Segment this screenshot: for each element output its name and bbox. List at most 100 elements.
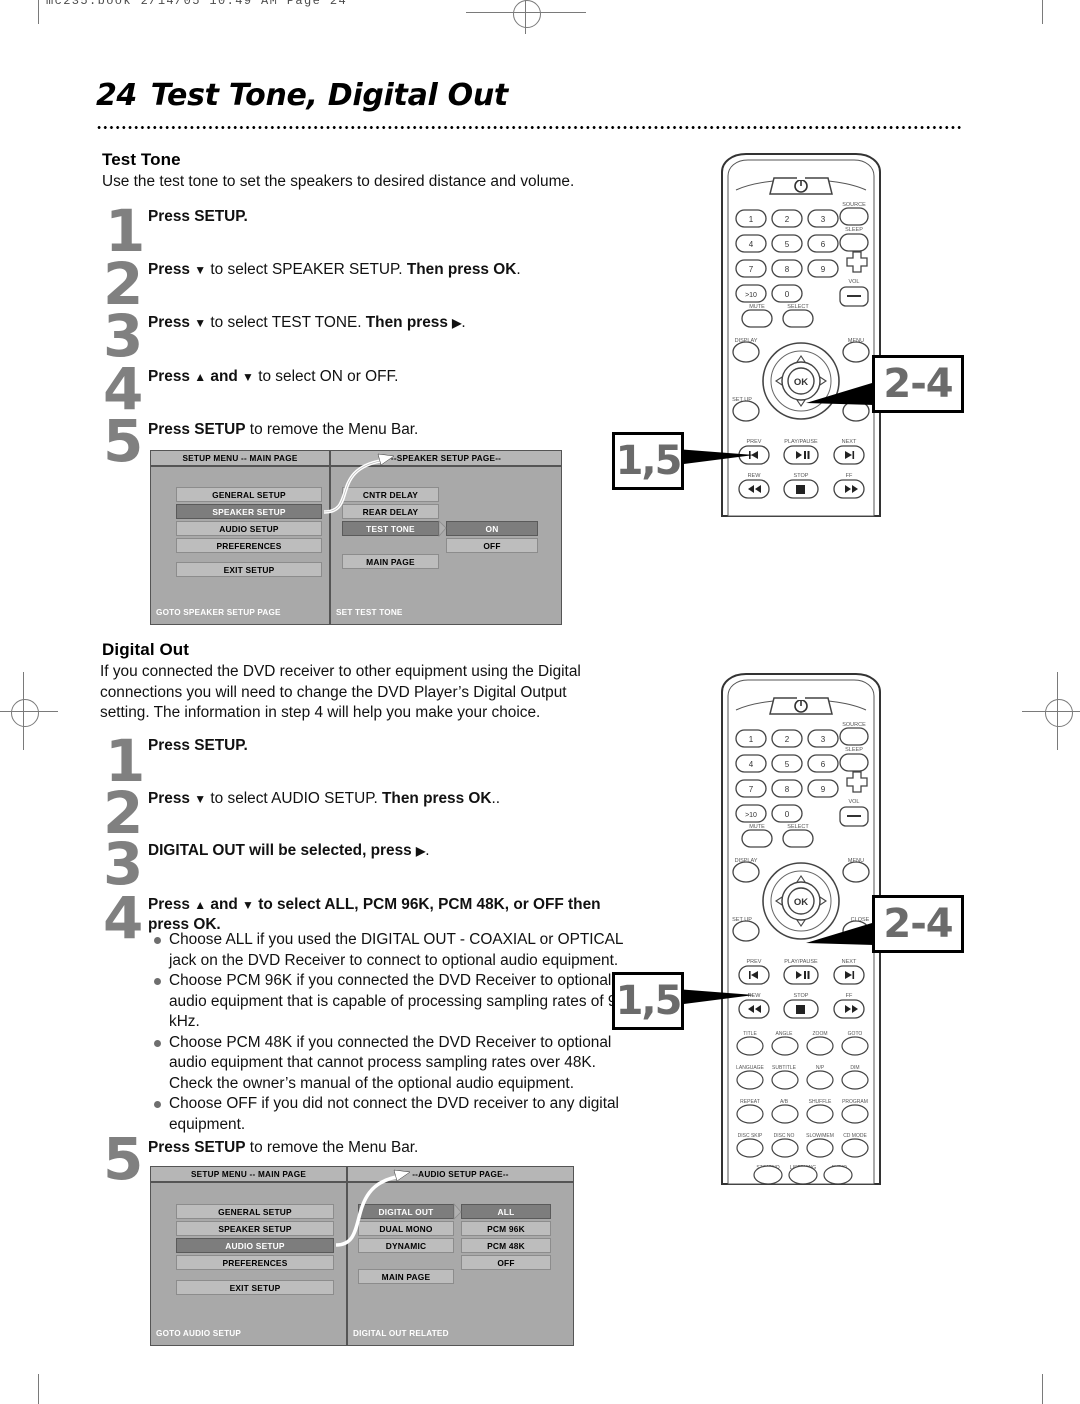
step-text-1: Press SETUP. <box>148 208 248 225</box>
svg-text:SLEEP: SLEEP <box>845 227 863 233</box>
page-title-text: Test Tone, Digital Out <box>150 78 509 113</box>
svg-text:2: 2 <box>785 735 790 744</box>
osd-submenu-chevron <box>438 520 447 538</box>
crop-mark-bl-v <box>38 1374 39 1404</box>
svg-text:OK: OK <box>794 897 808 908</box>
section-intro-digital-out: If you connected the DVD receiver to oth… <box>100 663 581 721</box>
svg-text:A/B: A/B <box>780 1099 789 1105</box>
svg-text:5: 5 <box>785 240 790 249</box>
print-header: mc235.book 2/14/05 10:49 AM Page 24 <box>46 0 348 8</box>
step-text-d1: Press SETUP. <box>148 737 248 754</box>
svg-text:OK: OK <box>794 377 808 388</box>
svg-text:SELECT: SELECT <box>787 304 809 310</box>
svg-text:7: 7 <box>749 265 754 274</box>
svg-text:GOTO: GOTO <box>848 1031 863 1037</box>
svg-text:7: 7 <box>749 785 754 794</box>
svg-text:DISC SKIP: DISC SKIP <box>738 1133 763 1139</box>
svg-text:VOL: VOL <box>848 279 859 285</box>
svg-text:SOURCE: SOURCE <box>842 722 866 728</box>
list-item: Choose ALL if you used the DIGITAL OUT -… <box>152 930 630 971</box>
svg-text:REPEAT: REPEAT <box>740 1099 760 1105</box>
crop-mark-br-v <box>1042 1374 1043 1404</box>
remote-control-top: 1 2 3 4 5 6 7 8 9 >10 0 SOURCE SLEEP VOL M… <box>706 150 896 522</box>
power-icon <box>769 697 833 715</box>
svg-text:VOL: VOL <box>848 799 859 805</box>
nav-ring: OK <box>762 862 840 940</box>
step-number-5: 5 <box>103 407 144 475</box>
svg-text:PROGRAM: PROGRAM <box>842 1099 868 1105</box>
svg-text:NEXT: NEXT <box>842 439 857 445</box>
svg-text:3: 3 <box>821 215 826 224</box>
svg-text:5: 5 <box>785 760 790 769</box>
section-heading-test-tone: Test Tone <box>102 150 181 169</box>
svg-text:0: 0 <box>785 290 790 299</box>
step-text-d4: Press ▲ and ▼ to select ALL, PCM 96K, PC… <box>148 896 601 933</box>
osd-speaker-setup: SETUP MENU -- MAIN PAGE GENERAL SETUP SP… <box>150 450 562 625</box>
svg-text:PREV: PREV <box>747 959 762 965</box>
svg-text:PLAY/PAUSE: PLAY/PAUSE <box>784 959 818 965</box>
svg-text:1: 1 <box>749 215 754 224</box>
step-text-d5: Press SETUP to remove the Menu Bar. <box>148 1139 419 1156</box>
svg-text:1: 1 <box>749 735 754 744</box>
svg-text:REW: REW <box>748 473 762 479</box>
step-text-5: Press SETUP to remove the Menu Bar. <box>148 421 419 438</box>
svg-text:NEXT: NEXT <box>842 959 857 965</box>
svg-text:ZOOM: ZOOM <box>813 1031 828 1037</box>
svg-text:>10: >10 <box>745 812 757 819</box>
svg-text:4: 4 <box>749 240 754 249</box>
step-number-d4: 4 <box>103 884 144 952</box>
svg-text:DIM: DIM <box>850 1065 859 1071</box>
remote-control-bottom: 1 2 3 4 5 6 7 8 9 >10 0 SOURCE SLEEP VOL M… <box>706 670 896 1190</box>
callout-nav-steps-top: 2-4 <box>872 355 964 413</box>
setup-button <box>732 400 760 422</box>
svg-text:PREV: PREV <box>747 439 762 445</box>
svg-text:TITLE: TITLE <box>743 1031 757 1037</box>
digital-out-bullet-list: Choose ALL if you used the DIGITAL OUT -… <box>152 930 630 1135</box>
svg-text:9: 9 <box>821 265 826 274</box>
step-text-d3: DIGITAL OUT will be selected, press ▶. <box>148 842 430 859</box>
svg-text:STOP: STOP <box>794 993 809 999</box>
svg-text:MUTE: MUTE <box>749 824 765 830</box>
list-item: Choose PCM 48K if you connected the DVD … <box>152 1033 630 1095</box>
step-number-d5: 5 <box>103 1125 144 1193</box>
svg-text:MUTE: MUTE <box>749 304 765 310</box>
svg-text:FF: FF <box>846 993 853 999</box>
svg-text:FF: FF <box>846 473 853 479</box>
svg-text:4: 4 <box>749 760 754 769</box>
title-dotted-rule <box>96 125 962 130</box>
svg-text:2: 2 <box>785 215 790 224</box>
svg-text:3: 3 <box>821 735 826 744</box>
section-heading-digital-out: Digital Out <box>102 640 190 659</box>
svg-text:STOP: STOP <box>794 473 809 479</box>
svg-text:8: 8 <box>785 785 790 794</box>
svg-text:REW: REW <box>748 993 762 999</box>
power-icon <box>769 177 833 195</box>
svg-text:SLOW/MEM: SLOW/MEM <box>806 1133 834 1139</box>
svg-text:0: 0 <box>785 810 790 819</box>
step-text-4: Press ▲ and ▼ to select ON or OFF. <box>148 368 399 385</box>
section-intro-test-tone: Use the test tone to set the speakers to… <box>102 173 575 190</box>
crop-mark-tl-v <box>38 0 39 24</box>
page-number: 24 <box>96 78 137 113</box>
list-item: Choose PCM 96K if you connected the DVD … <box>152 971 630 1033</box>
svg-text:SELECT: SELECT <box>787 824 809 830</box>
setup-button <box>732 920 760 942</box>
crop-mark-tr-v <box>1042 0 1043 24</box>
step-text-2: Press ▼ to select SPEAKER SETUP. Then pr… <box>148 261 521 278</box>
step-text-3: Press ▼ to select TEST TONE. Then press … <box>148 314 466 331</box>
osd2-submenu-chevron <box>453 1202 462 1220</box>
svg-text:CD MODE: CD MODE <box>843 1133 867 1139</box>
svg-text:LANGUAGE: LANGUAGE <box>736 1065 764 1071</box>
svg-text:ANGLE: ANGLE <box>776 1031 794 1037</box>
page-title: 24 Test Tone, Digital Out <box>96 78 996 113</box>
step-text-d2: Press ▼ to select AUDIO SETUP. Then pres… <box>148 790 501 807</box>
svg-text:6: 6 <box>821 240 826 249</box>
svg-text:>10: >10 <box>745 292 757 299</box>
svg-text:SUBTITLE: SUBTITLE <box>772 1065 797 1071</box>
svg-text:SOURCE: SOURCE <box>842 202 866 208</box>
callout-nav-steps-bottom: 2-4 <box>872 895 964 953</box>
svg-text:9: 9 <box>821 785 826 794</box>
nav-ring: OK <box>762 342 840 420</box>
list-item: Choose OFF if you did not connect the DV… <box>152 1094 630 1135</box>
svg-text:SLEEP: SLEEP <box>845 747 863 753</box>
